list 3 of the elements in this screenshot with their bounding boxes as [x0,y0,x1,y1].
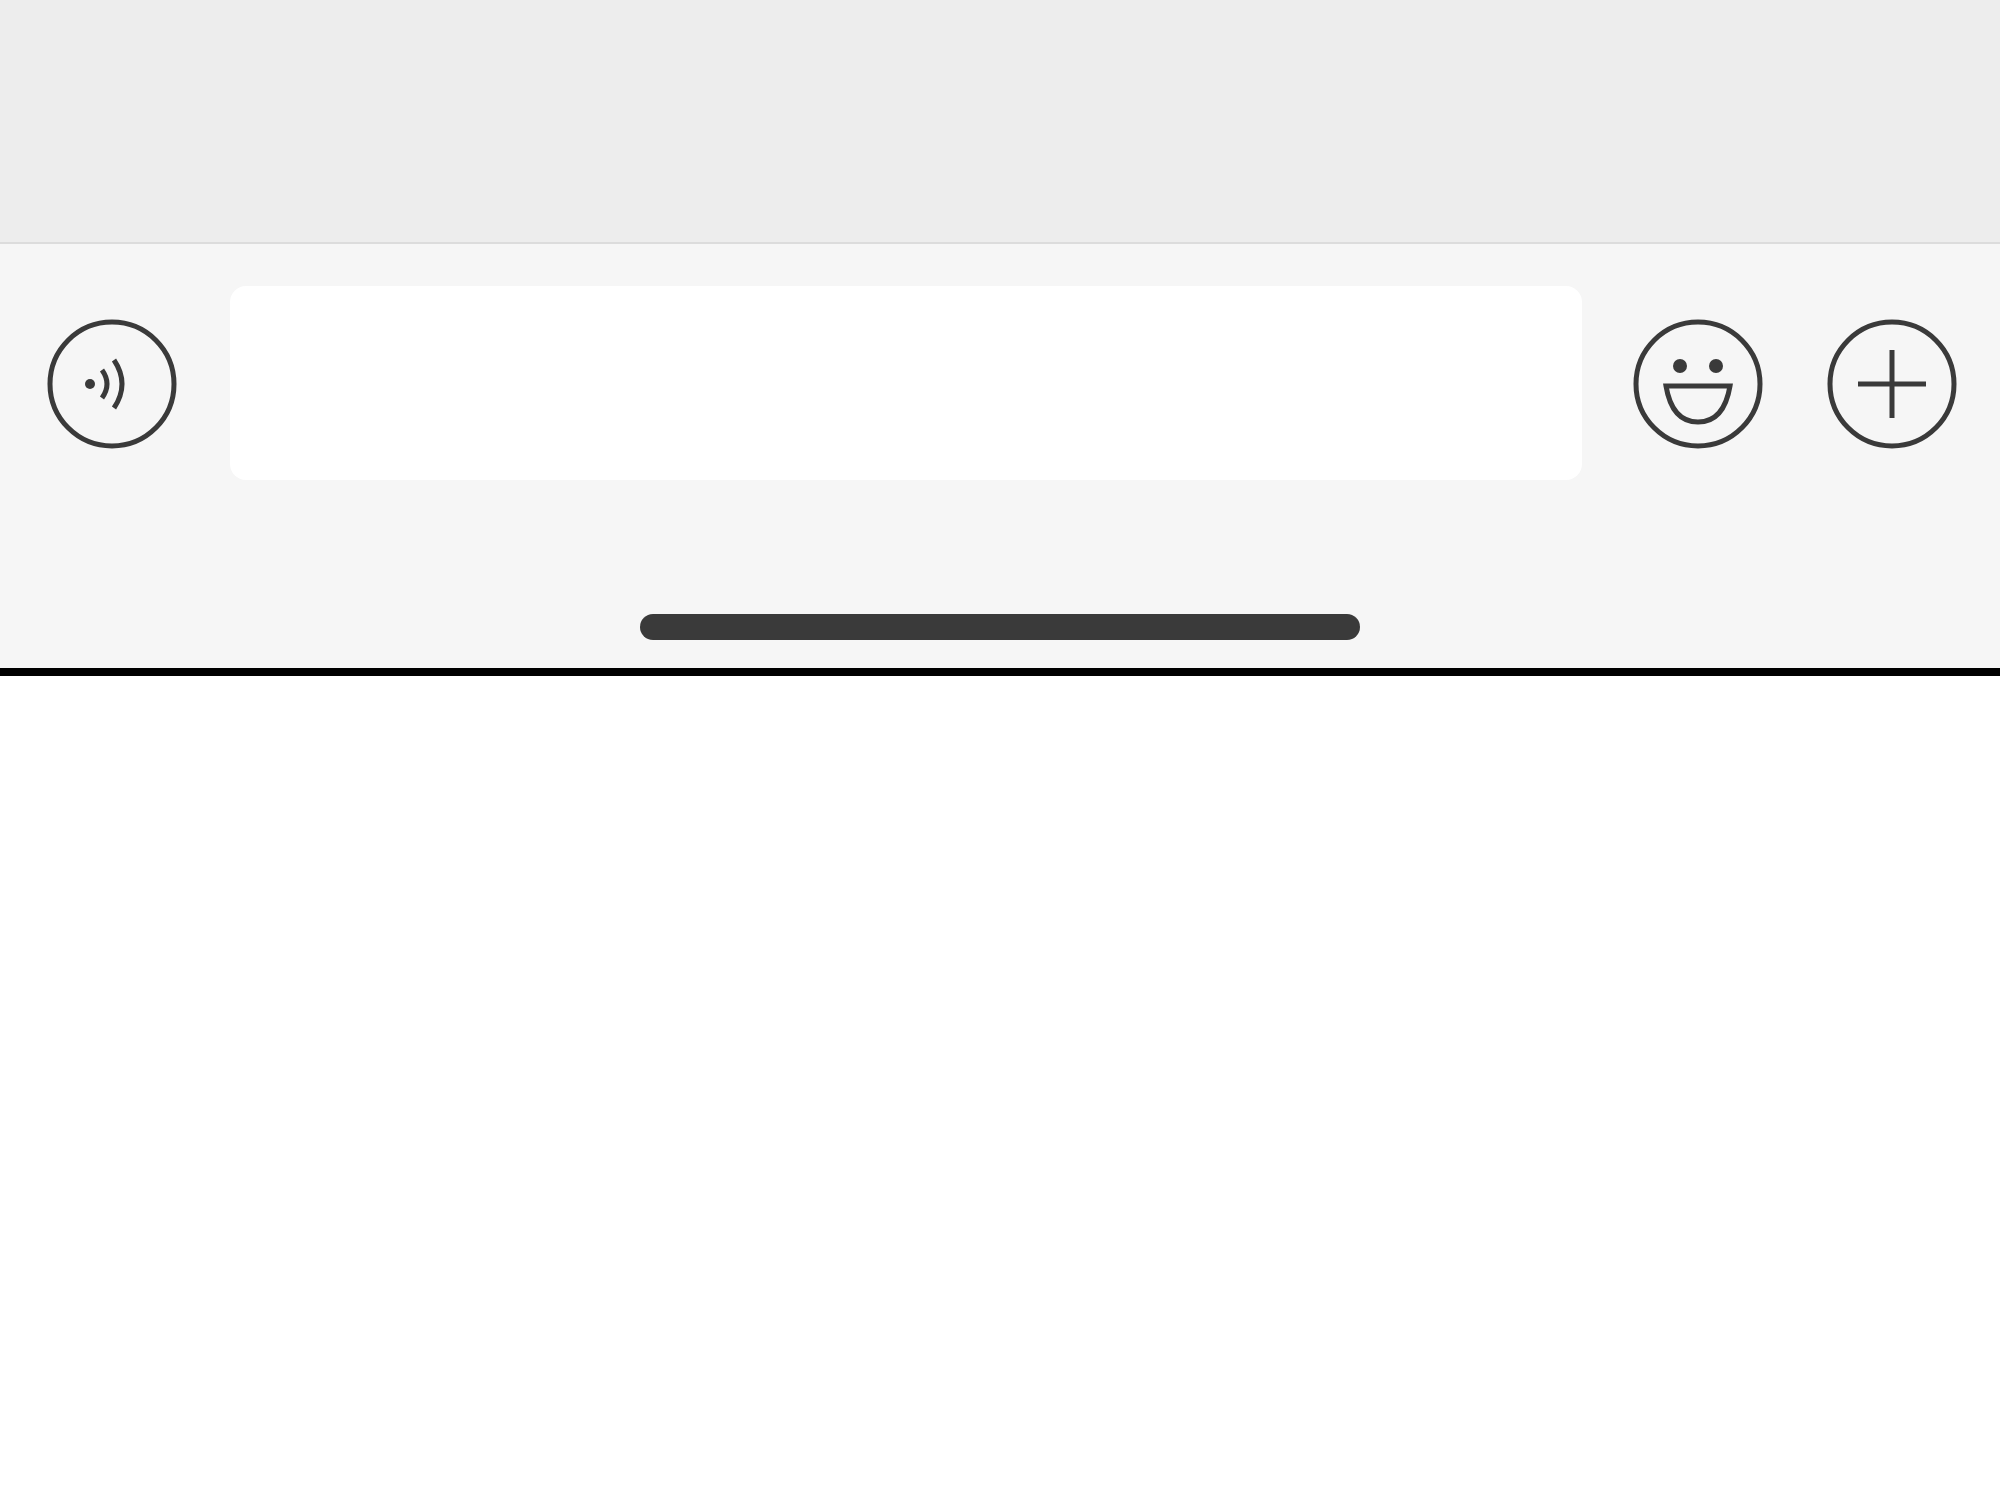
voice-icon[interactable] [46,317,178,449]
plus-icon[interactable] [1826,317,1958,449]
smiley-icon[interactable] [1632,317,1764,449]
